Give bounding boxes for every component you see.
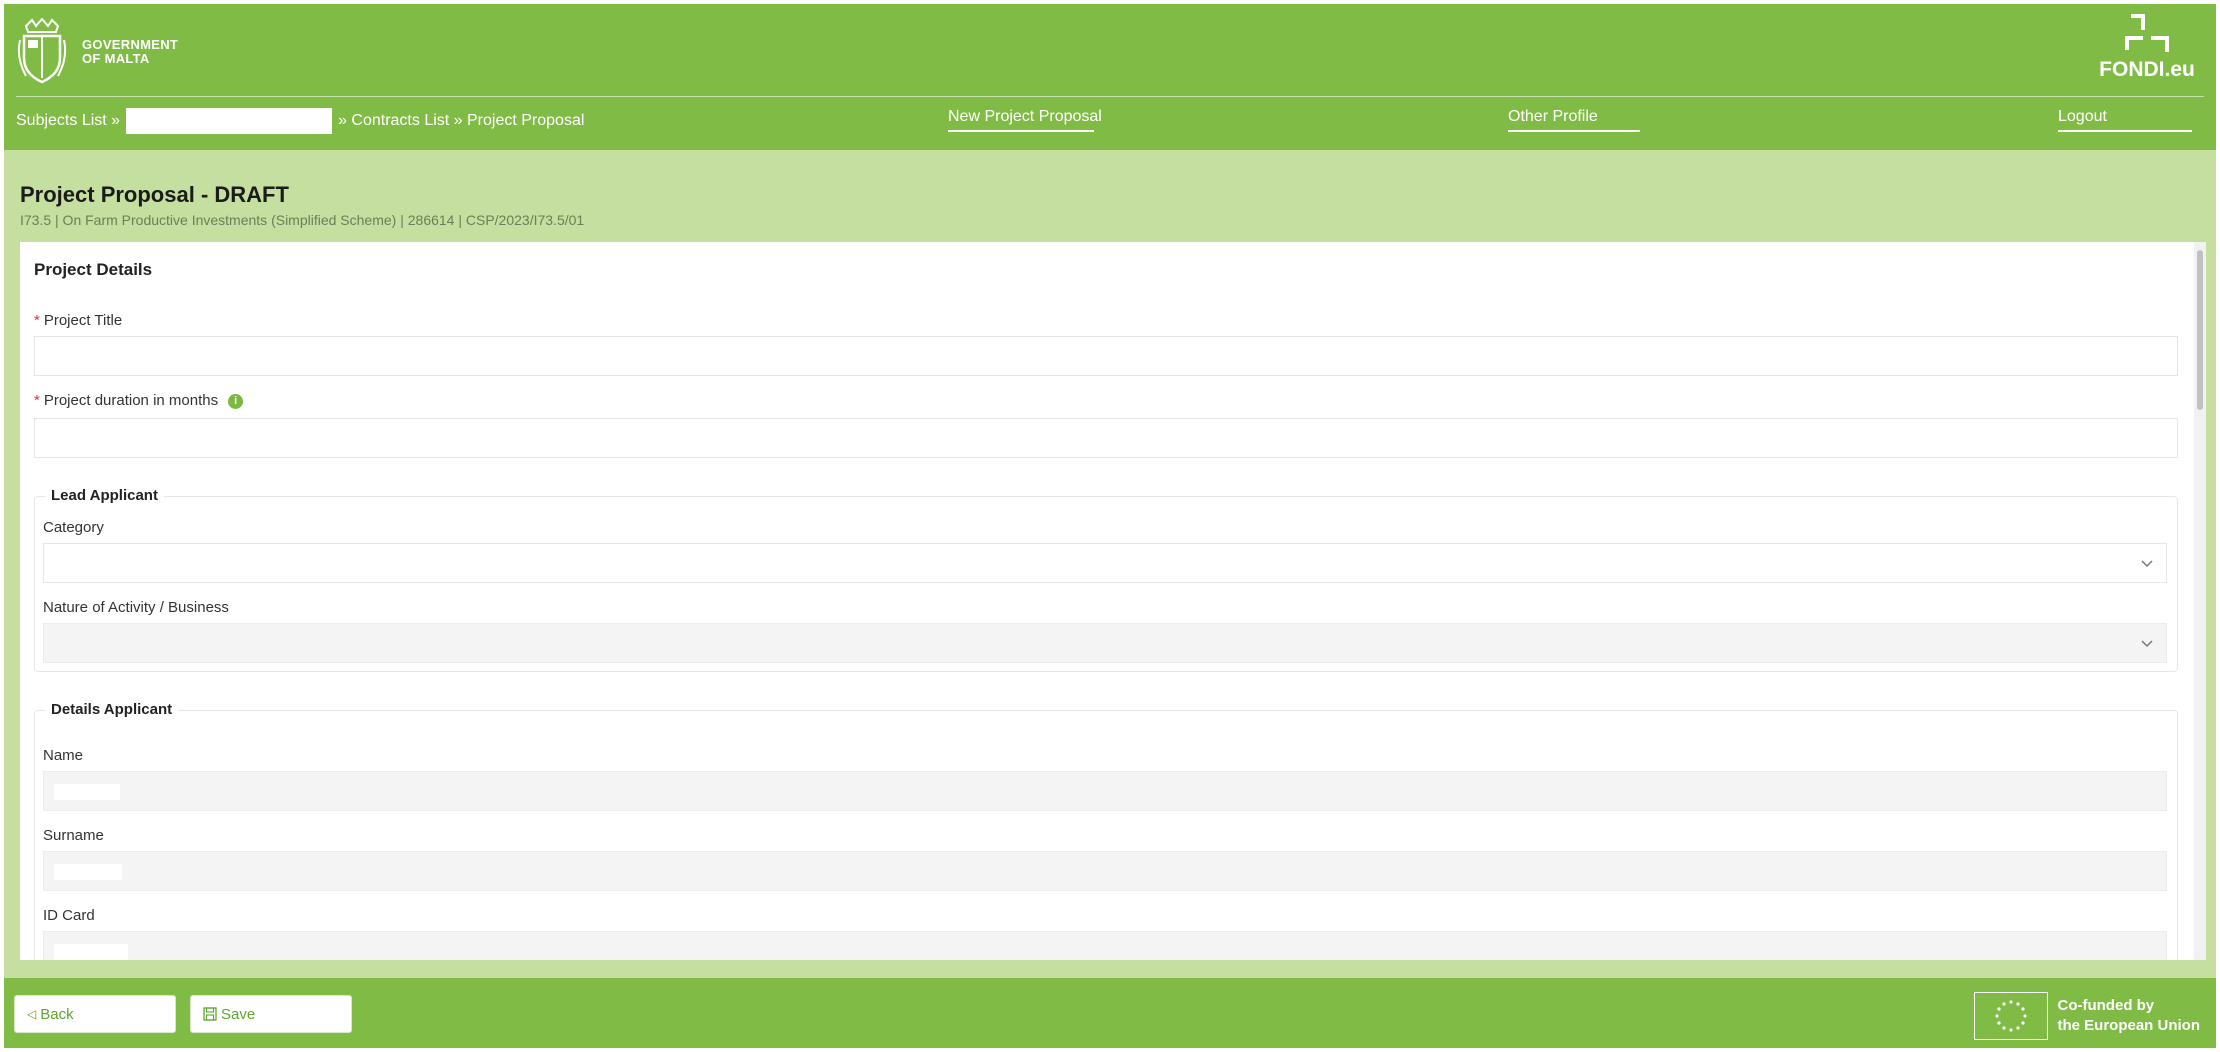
- id-card-label: ID Card: [43, 907, 95, 924]
- surname-redacted: [54, 864, 122, 880]
- name-field[interactable]: [43, 771, 2167, 811]
- back-button[interactable]: ◁ Back: [14, 995, 176, 1033]
- nature-of-activity-label: Nature of Activity / Business: [43, 599, 229, 616]
- page-title: Project Proposal - DRAFT: [20, 182, 289, 207]
- nav-other-profile[interactable]: Other Profile: [1508, 108, 1640, 132]
- fondi-logo[interactable]: FONDI.eu: [2092, 14, 2202, 82]
- category-label: Category: [43, 519, 104, 536]
- nav-new-project-proposal[interactable]: New Project Proposal: [948, 108, 1102, 132]
- scroll-thumb[interactable]: [2197, 250, 2203, 410]
- eu-cofunded-text: Co-funded by the European Union: [2058, 996, 2201, 1036]
- eu-cofunded-badge: Co-funded by the European Union: [1973, 992, 2201, 1040]
- nav-logout[interactable]: Logout: [2058, 108, 2192, 132]
- details-applicant-fieldset: Details Applicant Name Surname ID Card: [34, 701, 2178, 960]
- lead-applicant-legend: Lead Applicant: [45, 487, 164, 504]
- breadcrumb-redacted: [126, 108, 333, 134]
- floppy-disk-icon: [203, 1007, 217, 1021]
- eu-stars-icon: [1994, 1000, 2027, 1032]
- footer: ◁ Back Save Co-funded by the European Un…: [4, 978, 2216, 1048]
- project-title-input[interactable]: [34, 336, 2178, 376]
- org-line-2: OF MALTA: [82, 51, 150, 66]
- required-marker: *: [34, 392, 40, 409]
- project-title-label: * Project Title: [34, 312, 122, 329]
- required-marker: *: [34, 312, 40, 329]
- info-icon[interactable]: i: [228, 394, 244, 409]
- project-duration-label-text: Project duration in months: [43, 392, 219, 409]
- page-subtitle: I73.5 | On Farm Productive Investments (…: [20, 212, 585, 228]
- project-duration-label: * Project duration in months i: [34, 392, 244, 409]
- project-title-label-text: Project Title: [43, 312, 123, 329]
- surname-label: Surname: [43, 827, 104, 844]
- chevron-down-icon: [2141, 560, 2153, 568]
- back-arrow-icon: ◁: [27, 1007, 37, 1021]
- eu-line-2: the European Union: [2057, 1017, 2201, 1034]
- header: GOVERNMENT OF MALTA FONDI.eu Subjects Li…: [4, 4, 2216, 150]
- fondi-mark-icon: [2125, 14, 2169, 52]
- eu-line-1: Co-funded by: [2057, 997, 2155, 1014]
- section-title: Project Details: [34, 260, 153, 279]
- project-duration-input[interactable]: [34, 418, 2178, 458]
- lead-applicant-fieldset: Lead Applicant Category Nature of Activi…: [34, 487, 2178, 672]
- id-card-field[interactable]: [43, 931, 2167, 960]
- breadcrumb-contracts-list[interactable]: » Contracts List » Project Proposal: [338, 112, 584, 130]
- name-redacted: [54, 784, 120, 800]
- breadcrumb: Subjects List » » Contracts List » Proje…: [16, 108, 584, 134]
- details-applicant-legend: Details Applicant: [45, 701, 179, 718]
- panel-scrollbar[interactable]: [2194, 242, 2206, 960]
- nature-of-activity-select[interactable]: [43, 623, 2167, 663]
- government-logo[interactable]: GOVERNMENT OF MALTA: [16, 18, 178, 86]
- save-button-label: Save: [221, 1005, 256, 1023]
- save-button[interactable]: Save: [190, 995, 352, 1033]
- government-name: GOVERNMENT OF MALTA: [82, 38, 178, 66]
- surname-field[interactable]: [43, 851, 2167, 891]
- category-select[interactable]: [43, 543, 2167, 583]
- back-button-label: Back: [40, 1005, 74, 1023]
- org-line-1: GOVERNMENT: [82, 37, 179, 52]
- id-card-redacted: [54, 944, 128, 960]
- fondi-wordmark: FONDI.eu: [2099, 58, 2195, 81]
- breadcrumb-subjects-list[interactable]: Subjects List »: [16, 112, 120, 130]
- app-frame: GOVERNMENT OF MALTA FONDI.eu Subjects Li…: [4, 4, 2216, 1048]
- malta-crest-icon: [17, 18, 67, 84]
- eu-flag-icon: [1973, 992, 2048, 1040]
- name-label: Name: [43, 747, 84, 764]
- header-divider: [16, 96, 2204, 97]
- form-panel: Project Details * Project Title * Project …: [20, 242, 2206, 960]
- chevron-down-icon: [2141, 640, 2153, 648]
